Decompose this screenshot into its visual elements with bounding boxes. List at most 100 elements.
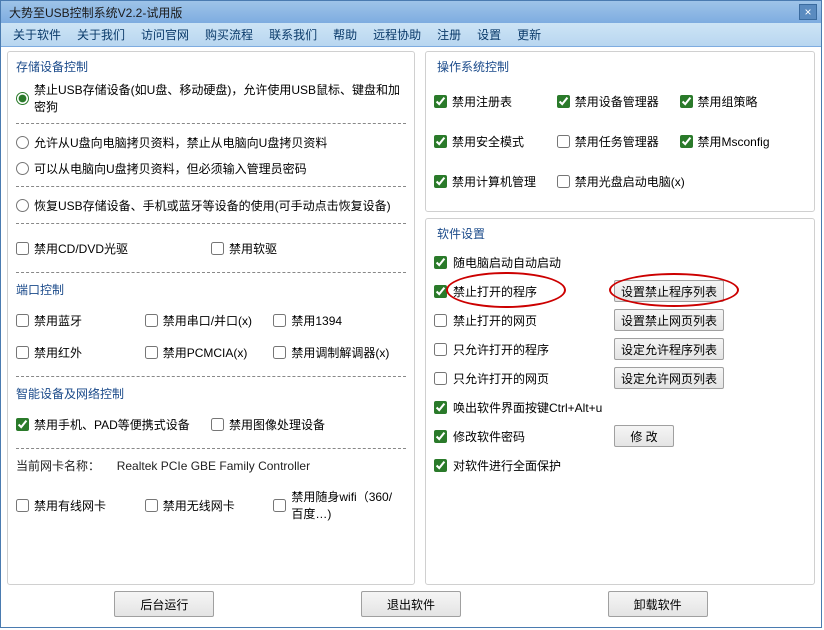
check-change-password-label: 修改软件密码 bbox=[453, 428, 525, 445]
menu-remote[interactable]: 远程协助 bbox=[367, 24, 427, 45]
check-disable-infrared[interactable] bbox=[16, 346, 29, 359]
check-block-webpages[interactable] bbox=[434, 314, 447, 327]
menu-register[interactable]: 注册 bbox=[431, 24, 467, 45]
check-disable-serial[interactable] bbox=[145, 314, 158, 327]
check-full-protection-label: 对软件进行全面保护 bbox=[453, 457, 561, 474]
nic-label: 当前网卡名称： bbox=[16, 459, 100, 473]
menu-purchase[interactable]: 购买流程 bbox=[199, 24, 259, 45]
radio-pc-to-u-pwd-label: 可以从电脑向U盘拷贝资料，但必须输入管理员密码 bbox=[34, 160, 307, 177]
separator bbox=[16, 448, 406, 449]
check-disable-modem[interactable] bbox=[273, 346, 286, 359]
separator bbox=[16, 272, 406, 273]
menu-settings[interactable]: 设置 bbox=[471, 24, 507, 45]
check-disable-pcmcia[interactable] bbox=[145, 346, 158, 359]
sw-title: 软件设置 bbox=[434, 225, 488, 242]
window-title: 大势至USB控制系统V2.2-试用版 bbox=[5, 4, 182, 21]
set-block-program-list-button[interactable]: 设置禁止程序列表 bbox=[614, 280, 724, 302]
check-allow-webpages[interactable] bbox=[434, 372, 447, 385]
menu-about-software[interactable]: 关于软件 bbox=[7, 24, 67, 45]
check-disable-portable-wifi-label: 禁用随身wifi（360/百度…) bbox=[291, 488, 402, 522]
radio-disable-usb-storage[interactable] bbox=[16, 92, 29, 105]
right-panel: 操作系统控制 禁用注册表 禁用设备管理器 禁用组策略 禁用安全模式 禁用任务管理… bbox=[425, 51, 815, 585]
check-autostart-label: 随电脑启动自动启动 bbox=[453, 254, 561, 271]
check-hotkey-label: 唤出软件界面按键Ctrl+Alt+u bbox=[453, 399, 602, 416]
check-disable-wired-nic-label: 禁用有线网卡 bbox=[34, 497, 106, 514]
check-disable-floppy[interactable] bbox=[211, 242, 224, 255]
left-panel: 存储设备控制 禁止USB存储设备(如U盘、移动硬盘)，允许使用USB鼠标、键盘和… bbox=[7, 51, 415, 585]
check-disable-gpedit-label: 禁用组策略 bbox=[698, 93, 758, 110]
check-disable-cddvd[interactable] bbox=[16, 242, 29, 255]
check-change-password[interactable] bbox=[434, 430, 447, 443]
check-disable-1394-label: 禁用1394 bbox=[291, 312, 342, 329]
check-disable-wired-nic[interactable] bbox=[16, 499, 29, 512]
check-disable-compmgmt[interactable] bbox=[434, 175, 447, 188]
check-disable-device-mgr[interactable] bbox=[557, 95, 570, 108]
check-disable-registry[interactable] bbox=[434, 95, 447, 108]
os-control-group: 操作系统控制 禁用注册表 禁用设备管理器 禁用组策略 禁用安全模式 禁用任务管理… bbox=[425, 51, 815, 212]
check-disable-modem-label: 禁用调制解调器(x) bbox=[291, 344, 389, 361]
check-disable-bluetooth-label: 禁用蓝牙 bbox=[34, 312, 82, 329]
port-title: 端口控制 bbox=[16, 281, 406, 298]
check-disable-bluetooth[interactable] bbox=[16, 314, 29, 327]
check-disable-portable-wifi[interactable] bbox=[273, 499, 286, 512]
radio-allow-u-to-pc-label: 允许从U盘向电脑拷贝资料，禁止从电脑向U盘拷贝资料 bbox=[34, 134, 327, 151]
check-full-protection[interactable] bbox=[434, 459, 447, 472]
check-autostart[interactable] bbox=[434, 256, 447, 269]
bottom-button-row: 后台运行 退出软件 卸载软件 bbox=[1, 585, 821, 617]
exit-button[interactable]: 退出软件 bbox=[361, 591, 461, 617]
check-disable-msconfig-label: 禁用Msconfig bbox=[698, 133, 770, 150]
check-disable-device-mgr-label: 禁用设备管理器 bbox=[575, 93, 659, 110]
separator bbox=[16, 186, 406, 187]
check-block-programs[interactable] bbox=[434, 285, 447, 298]
check-disable-safemode-label: 禁用安全模式 bbox=[452, 133, 524, 150]
check-disable-phone-pad-label: 禁用手机、PAD等便携式设备 bbox=[34, 416, 190, 433]
separator bbox=[16, 223, 406, 224]
software-settings-group: 软件设置 随电脑启动自动启动 禁止打开的程序 设置禁止程序列表 禁止打开的网页 … bbox=[425, 218, 815, 585]
check-disable-serial-label: 禁用串口/并口(x) bbox=[163, 312, 252, 329]
set-allow-webpage-list-button[interactable]: 设定允许网页列表 bbox=[614, 367, 724, 389]
radio-pc-to-u-pwd[interactable] bbox=[16, 162, 29, 175]
set-block-webpage-list-button[interactable]: 设置禁止网页列表 bbox=[614, 309, 724, 331]
check-allow-programs-label: 只允许打开的程序 bbox=[453, 341, 549, 358]
menu-contact[interactable]: 联系我们 bbox=[263, 24, 323, 45]
check-disable-wireless-nic[interactable] bbox=[145, 499, 158, 512]
check-disable-taskmgr[interactable] bbox=[557, 135, 570, 148]
check-disable-phone-pad[interactable] bbox=[16, 418, 29, 431]
storage-title: 存储设备控制 bbox=[16, 58, 406, 75]
check-disable-floppy-label: 禁用软驱 bbox=[229, 240, 277, 257]
nic-name: Realtek PCIe GBE Family Controller bbox=[117, 459, 310, 473]
nic-row: 当前网卡名称： Realtek PCIe GBE Family Controll… bbox=[16, 457, 406, 474]
check-disable-msconfig[interactable] bbox=[680, 135, 693, 148]
check-disable-registry-label: 禁用注册表 bbox=[452, 93, 512, 110]
menu-website[interactable]: 访问官网 bbox=[135, 24, 195, 45]
menubar: 关于软件 关于我们 访问官网 购买流程 联系我们 帮助 远程协助 注册 设置 更… bbox=[1, 23, 821, 47]
check-disable-imaging[interactable] bbox=[211, 418, 224, 431]
radio-disable-usb-storage-label: 禁止USB存储设备(如U盘、移动硬盘)，允许使用USB鼠标、键盘和加密狗 bbox=[34, 81, 406, 115]
check-disable-1394[interactable] bbox=[273, 314, 286, 327]
check-disable-cdboot-label: 禁用光盘启动电脑(x) bbox=[575, 173, 685, 190]
check-disable-gpedit[interactable] bbox=[680, 95, 693, 108]
radio-allow-u-to-pc[interactable] bbox=[16, 136, 29, 149]
menu-update[interactable]: 更新 bbox=[511, 24, 547, 45]
set-allow-program-list-button[interactable]: 设定允许程序列表 bbox=[614, 338, 724, 360]
check-hotkey[interactable] bbox=[434, 401, 447, 414]
check-block-programs-label: 禁止打开的程序 bbox=[453, 283, 537, 300]
check-allow-webpages-label: 只允许打开的网页 bbox=[453, 370, 549, 387]
run-background-button[interactable]: 后台运行 bbox=[114, 591, 214, 617]
uninstall-button[interactable]: 卸载软件 bbox=[608, 591, 708, 617]
check-allow-programs[interactable] bbox=[434, 343, 447, 356]
check-disable-wireless-nic-label: 禁用无线网卡 bbox=[163, 497, 235, 514]
check-block-webpages-label: 禁止打开的网页 bbox=[453, 312, 537, 329]
check-disable-safemode[interactable] bbox=[434, 135, 447, 148]
check-disable-cdboot[interactable] bbox=[557, 175, 570, 188]
check-disable-pcmcia-label: 禁用PCMCIA(x) bbox=[163, 344, 248, 361]
change-password-button[interactable]: 修 改 bbox=[614, 425, 674, 447]
menu-about-us[interactable]: 关于我们 bbox=[71, 24, 131, 45]
close-icon[interactable]: × bbox=[799, 4, 817, 20]
check-disable-imaging-label: 禁用图像处理设备 bbox=[229, 416, 325, 433]
separator bbox=[16, 123, 406, 124]
smart-title: 智能设备及网络控制 bbox=[16, 385, 406, 402]
menu-help[interactable]: 帮助 bbox=[327, 24, 363, 45]
titlebar: 大势至USB控制系统V2.2-试用版 × bbox=[1, 1, 821, 23]
radio-restore-usb[interactable] bbox=[16, 199, 29, 212]
